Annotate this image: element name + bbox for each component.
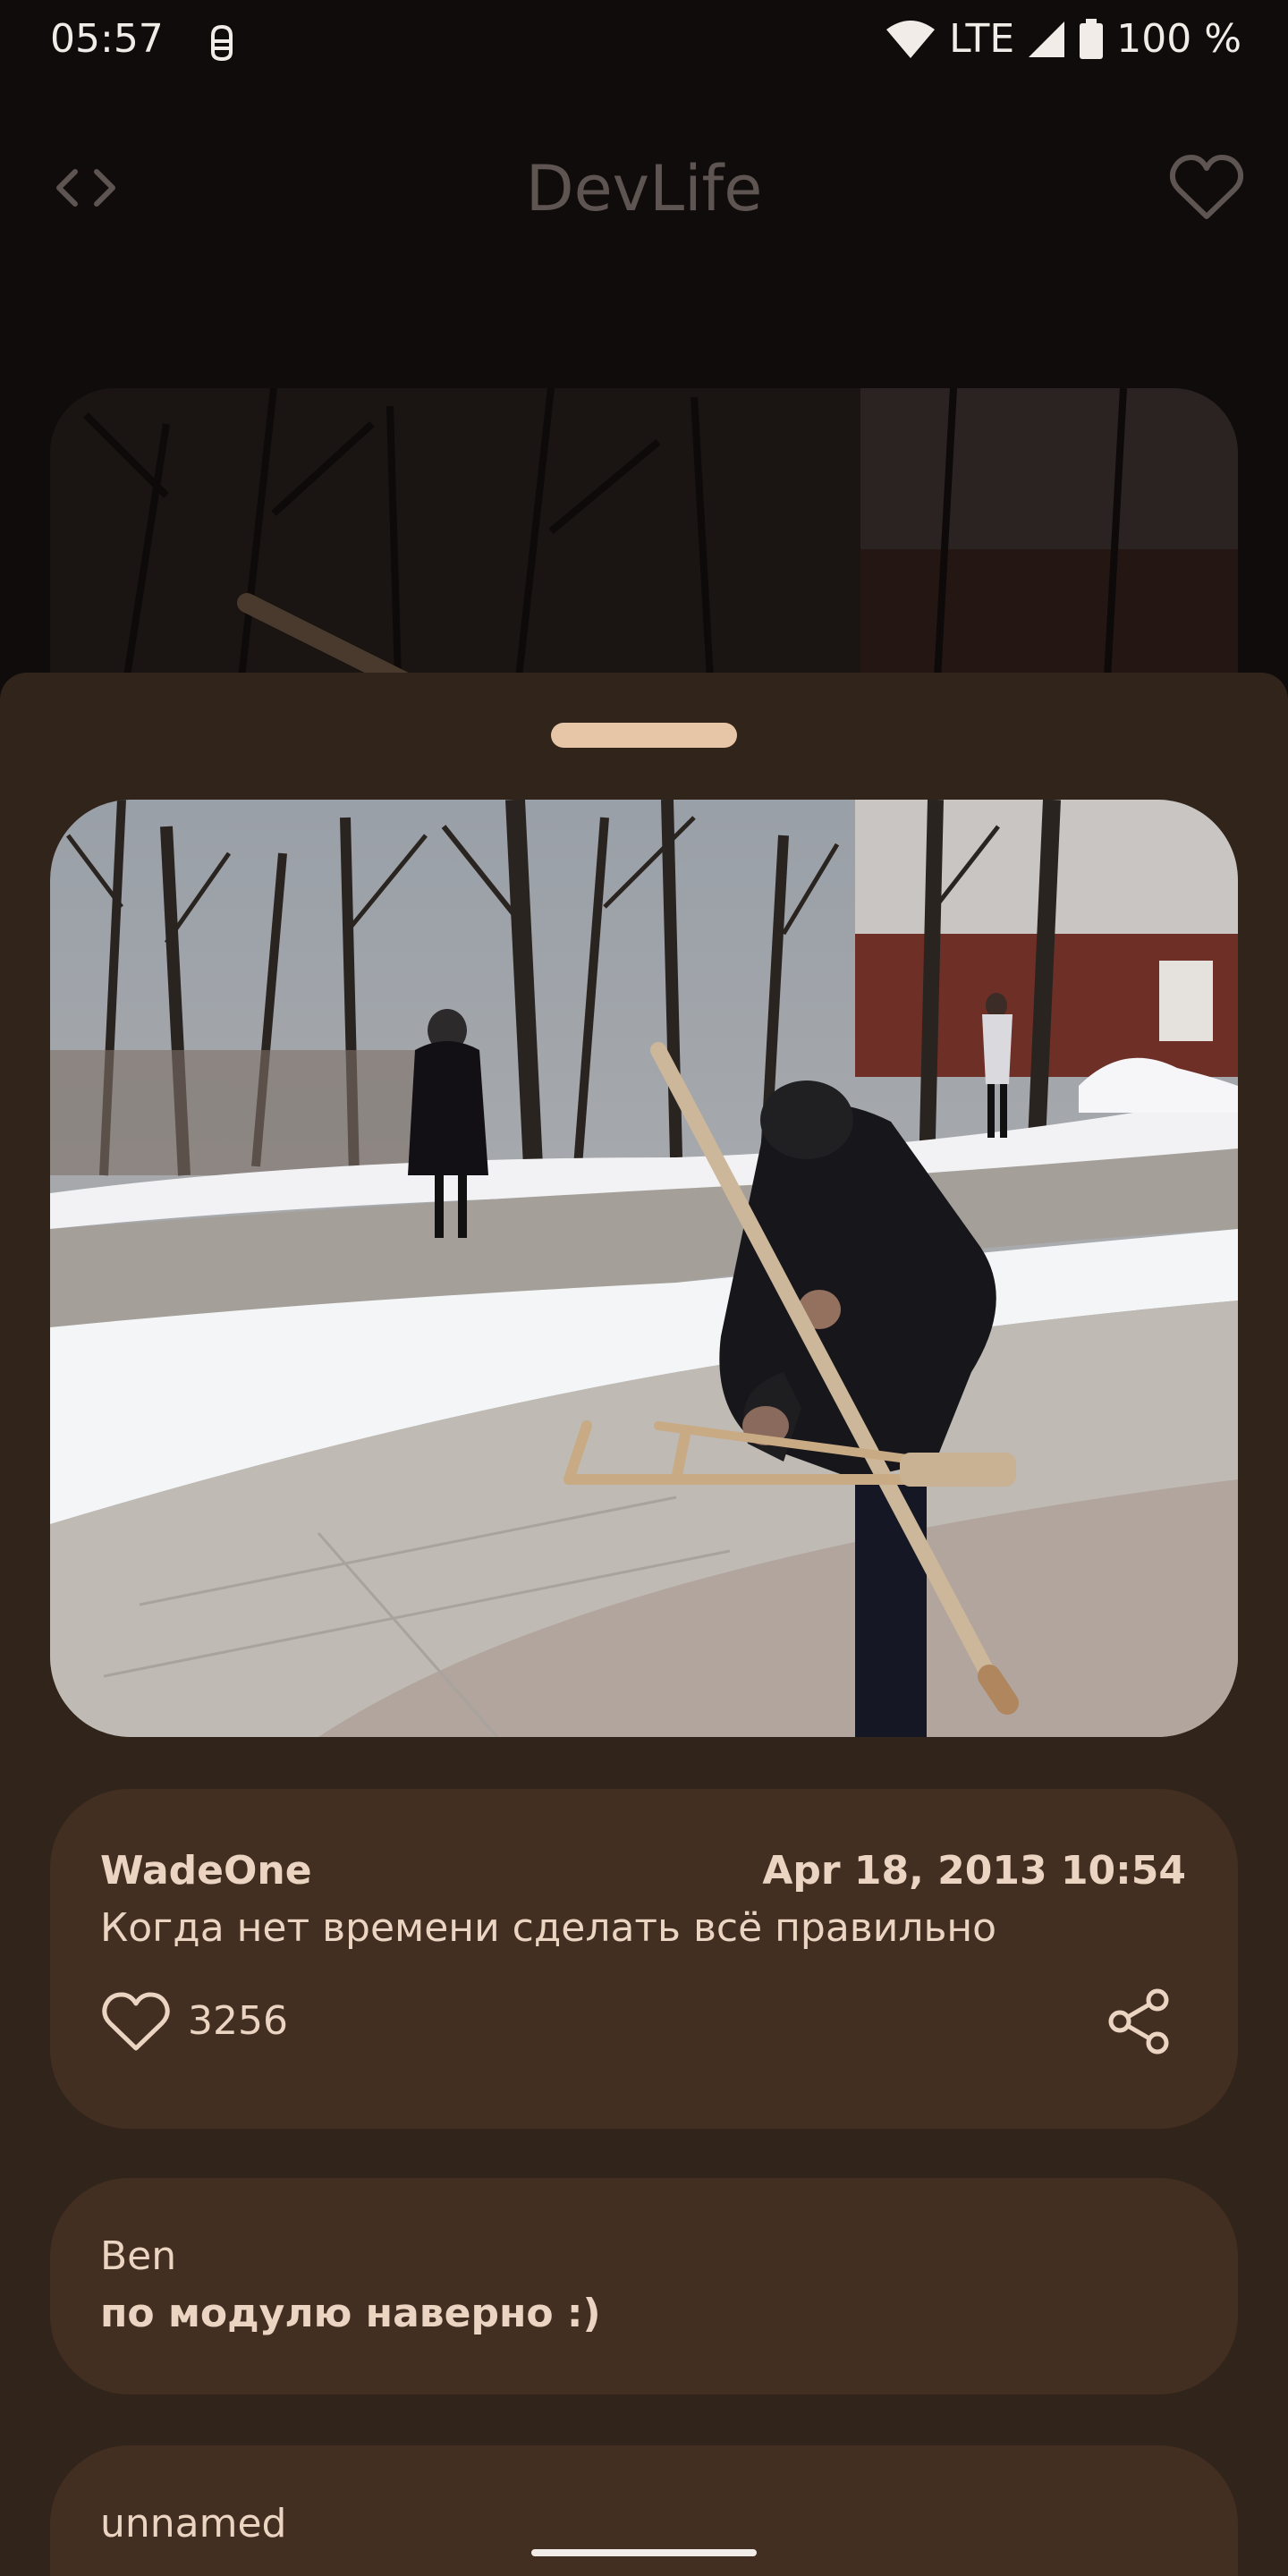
comment-card: Ben по модулю наверно :) [50,2178,1238,2394]
signal-icon [1027,20,1066,59]
heart-outline-icon[interactable] [102,1991,170,2054]
like-count: 3256 [188,1998,288,2044]
app-notification-icon [200,21,243,64]
status-bar: 05:57 LTE 100 % [0,0,1288,86]
comment-author: Ben [100,2233,177,2279]
post-detail-sheet: WadeOne Apr 18, 2013 10:54 Когда нет вре… [0,673,1288,2576]
status-indicators: LTE 100 % [885,16,1241,62]
network-type-label: LTE [949,16,1015,62]
post-gif-image[interactable] [50,800,1238,1737]
favorite-outline-icon[interactable] [1169,154,1244,222]
background-post-image [50,388,1238,710]
status-time: 05:57 [50,16,164,62]
comment-author: unnamed [100,2501,287,2546]
post-info-card: WadeOne Apr 18, 2013 10:54 Когда нет вре… [50,1789,1238,2129]
screen: 05:57 LTE 100 % DevLife WadeOne Apr 18, … [0,0,1288,2576]
wifi-icon [885,19,936,60]
share-icon[interactable] [1107,1987,1172,2055]
app-bar: DevLife [0,134,1288,245]
post-author[interactable]: WadeOne [100,1848,312,1894]
gesture-navigation-bar[interactable] [531,2549,757,2556]
post-date: Apr 18, 2013 10:54 [762,1848,1186,1894]
drag-handle[interactable] [551,723,737,748]
battery-percent-label: 100 % [1116,16,1241,62]
comment-text: по модулю наверно :) [100,2291,601,2336]
post-description: Когда нет времени сделать всё правильно [100,1905,997,1951]
battery-icon [1079,18,1104,60]
comment-card: unnamed [50,2445,1238,2576]
app-title: DevLife [525,152,763,225]
